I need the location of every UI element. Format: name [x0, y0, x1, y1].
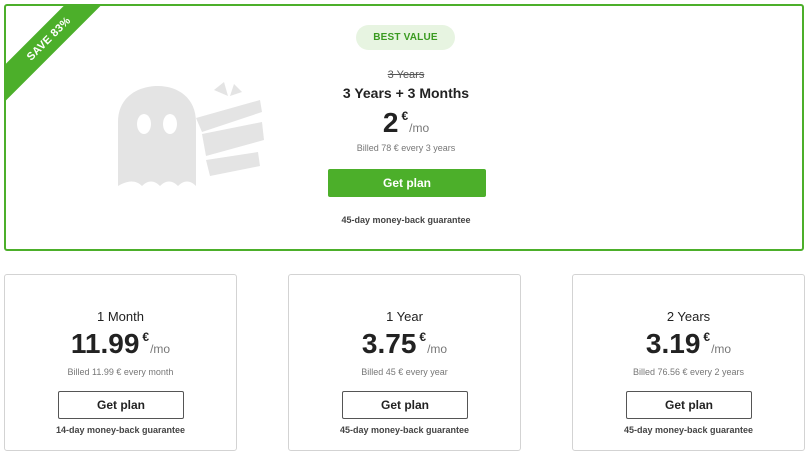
save-ribbon-label: SAVE 83% [6, 6, 112, 102]
featured-price: 2 € /mo [306, 109, 506, 137]
get-plan-button-2-years[interactable]: Get plan [626, 391, 752, 419]
plan-price: 3.75 € /mo [289, 330, 520, 358]
price-amount: 11.99 [70, 328, 140, 359]
per-month-label: /mo [427, 342, 448, 356]
ghost-mascot-icon [118, 82, 264, 186]
plan-card-1-month: 1 Month 11.99 € /mo Billed 11.99 € every… [4, 274, 237, 451]
currency-symbol: € [401, 109, 409, 123]
plan-term: 1 Month [97, 309, 144, 324]
best-value-badge: BEST VALUE [356, 25, 455, 50]
get-plan-button-1-month[interactable]: Get plan [58, 391, 184, 419]
guarantee-text: 45-day money-back guarantee [341, 215, 471, 225]
plan-card-2-years: 2 Years 3.19 € /mo Billed 76.56 € every … [572, 274, 805, 451]
currency-symbol: € [703, 330, 711, 344]
featured-term: 3 Years + 3 Months [342, 85, 470, 101]
price-amount: 2 [382, 107, 399, 138]
old-term-strikethrough: 3 Years [387, 69, 425, 81]
featured-plan-card: SAVE 83% BEST VALUE 3 Years 3 Years + 3 … [4, 4, 804, 251]
save-ribbon: SAVE 83% [6, 6, 116, 116]
per-month-label: /mo [150, 342, 171, 356]
featured-get-plan-button[interactable]: Get plan [328, 169, 486, 197]
guarantee-text: 45-day money-back guarantee [623, 425, 754, 435]
currency-symbol: € [419, 330, 427, 344]
billed-text: Billed 76.56 € every 2 years [632, 367, 745, 377]
plan-price: 11.99 € /mo [5, 330, 236, 358]
price-amount: 3.19 [645, 328, 701, 359]
guarantee-text: 14-day money-back guarantee [55, 425, 186, 435]
plan-card-1-year: 1 Year 3.75 € /mo Billed 45 € every year… [288, 274, 521, 451]
get-plan-button-1-year[interactable]: Get plan [342, 391, 468, 419]
per-month-label: /mo [711, 342, 732, 356]
per-month-label: /mo [409, 121, 430, 135]
billed-text: Billed 45 € every year [361, 367, 448, 377]
plan-price: 3.19 € /mo [573, 330, 804, 358]
billed-text: Billed 11.99 € every month [67, 367, 174, 377]
billed-text: Billed 78 € every 3 years [356, 143, 456, 153]
plan-term: 2 Years [666, 309, 711, 324]
guarantee-text: 45-day money-back guarantee [339, 425, 470, 435]
currency-symbol: € [142, 330, 150, 344]
price-amount: 3.75 [361, 328, 417, 359]
plan-term: 1 Year [386, 309, 423, 324]
